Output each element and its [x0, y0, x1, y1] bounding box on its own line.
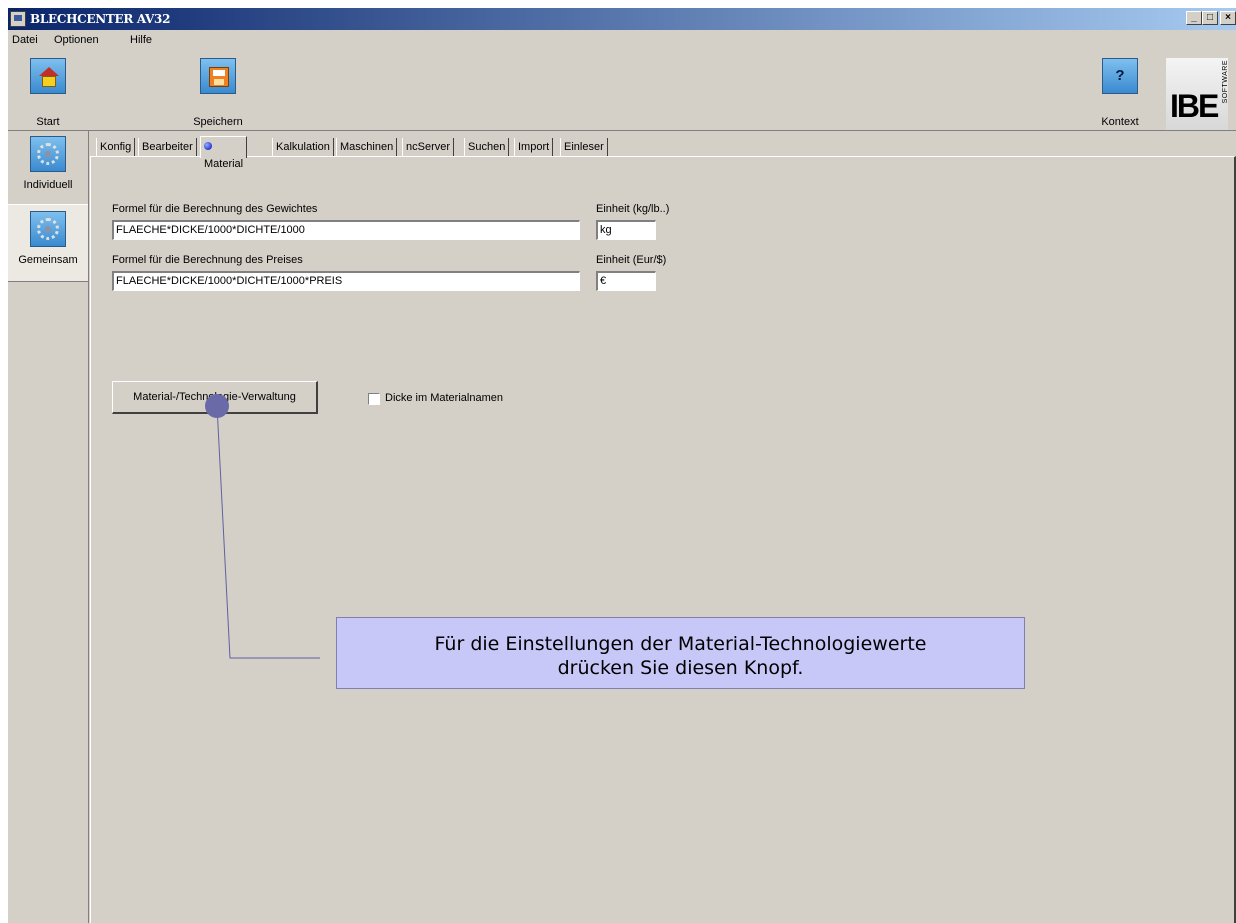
price-unit-label: Einheit (Eur/$) [596, 254, 667, 266]
logo-main-text: IBE [1170, 88, 1219, 124]
tab-bearbeiter[interactable]: Bearbeiter [138, 138, 197, 156]
weight-formula-field[interactable]: FLAECHE*DICKE/1000*DICHTE/1000 [112, 220, 580, 240]
price-formula-field[interactable]: FLAECHE*DICKE/1000*DICHTE/1000*PREIS [112, 271, 580, 291]
close-button[interactable]: × [1220, 11, 1236, 25]
start-button[interactable]: Start [24, 58, 72, 128]
tools-icon [30, 136, 66, 172]
price-unit-field[interactable]: € [596, 271, 656, 291]
context-help-icon: ? [1102, 58, 1138, 94]
callout-pointer-dot [205, 394, 229, 418]
weight-unit-field[interactable]: kg [596, 220, 656, 240]
floppy-disk-icon [200, 58, 236, 94]
maximize-button[interactable]: □ [1202, 11, 1218, 25]
thickness-in-name-checkbox[interactable] [368, 393, 380, 405]
context-label: Kontext [1101, 116, 1139, 128]
tab-maschinen[interactable]: Maschinen [336, 138, 398, 156]
active-tab-dot-icon [204, 142, 212, 150]
toolbar: Start Speichern ? Kontext IBE SOFTWARE [8, 50, 1236, 131]
tab-material-label: Material [204, 158, 244, 170]
application-window: BLECHCENTER AV32 _ □ × Datei Optionen Hi… [8, 8, 1236, 923]
menu-datei[interactable]: Datei [12, 34, 38, 46]
tools-icon [30, 211, 66, 247]
sidebar-item-gemeinsam[interactable]: Gemeinsam [8, 204, 88, 282]
tab-einleser[interactable]: Einleser [560, 138, 608, 156]
save-label: Speichern [193, 116, 243, 128]
tab-material[interactable]: Material [200, 136, 248, 170]
app-icon[interactable] [10, 11, 26, 27]
callout-line-1: Für die Einstellungen der Material-Techn… [434, 633, 927, 655]
menu-optionen[interactable]: Optionen [54, 34, 99, 46]
home-icon [30, 58, 66, 94]
tab-import[interactable]: Import [514, 138, 554, 156]
tab-suchen[interactable]: Suchen [464, 138, 510, 156]
pointer-question-glyph: ? [1115, 67, 1125, 84]
minimize-button[interactable]: _ [1186, 11, 1202, 25]
start-label: Start [36, 116, 60, 128]
weight-unit-label: Einheit (kg/lb..) [596, 203, 670, 215]
price-formula-label: Formel für die Berechnung des Preises [112, 254, 303, 266]
instruction-callout: Für die Einstellungen der Material-Techn… [336, 617, 1025, 689]
logo-sub-text: SOFTWARE [1222, 60, 1229, 104]
tab-kalkulation[interactable]: Kalkulation [272, 138, 334, 156]
save-button[interactable]: Speichern [178, 58, 258, 128]
tab-ncserver[interactable]: ncServer [402, 138, 455, 156]
menu-hilfe[interactable]: Hilfe [130, 34, 152, 46]
menu-bar: Datei Optionen Hilfe [8, 30, 1236, 50]
window-title: BLECHCENTER AV32 [30, 12, 171, 26]
tab-konfig[interactable]: Konfig [96, 138, 136, 156]
thickness-in-name-label: Dicke im Materialnamen [385, 392, 503, 404]
weight-formula-label: Formel für die Berechnung des Gewichtes [112, 203, 318, 215]
callout-line-2: drücken Sie diesen Knopf. [557, 657, 804, 679]
sidebar-item-label: Individuell [23, 179, 73, 191]
context-help-button[interactable]: ? Kontext [1092, 58, 1148, 128]
ibe-software-logo: IBE SOFTWARE [1166, 58, 1229, 130]
sidebar-item-individuell[interactable]: Individuell [8, 130, 88, 206]
sidebar-item-label: Gemeinsam [18, 254, 78, 266]
sidebar: Individuell Gemeinsam [8, 130, 89, 923]
title-bar: BLECHCENTER AV32 _ □ × [8, 8, 1236, 30]
